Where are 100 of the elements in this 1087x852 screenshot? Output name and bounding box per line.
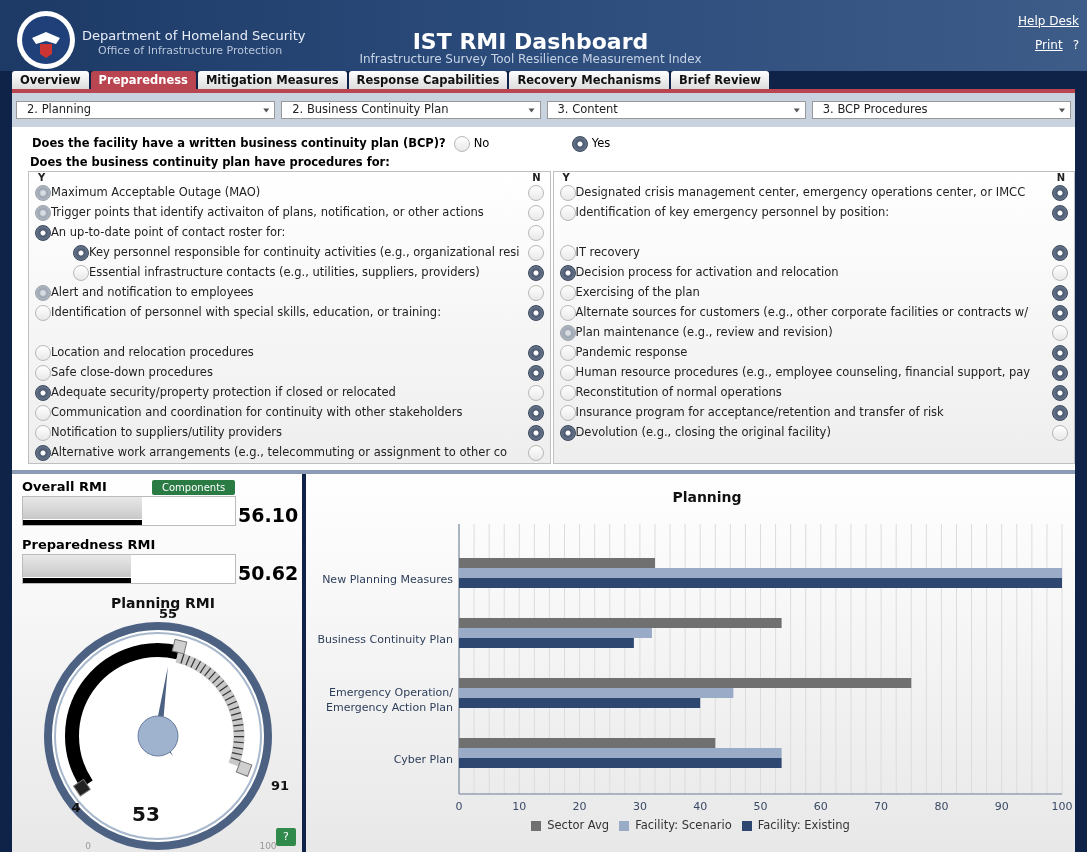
radio-button[interactable] <box>1052 185 1068 201</box>
radio-button[interactable] <box>35 385 51 401</box>
radio-button[interactable] <box>571 135 588 152</box>
radio-button[interactable] <box>559 185 576 201</box>
radio-button[interactable] <box>1052 365 1068 381</box>
dropdown-value: 3. Content <box>557 101 618 119</box>
help-button[interactable]: ? <box>276 828 296 846</box>
print-link[interactable]: Print <box>1035 36 1063 54</box>
tab[interactable]: Overview <box>12 71 89 89</box>
procedure-label: Maximum Acceptable Outage (MAO) <box>51 184 261 202</box>
radio-button[interactable] <box>1052 345 1068 361</box>
tab[interactable]: Mitigation Measures <box>197 71 347 89</box>
radio-button[interactable] <box>35 445 51 461</box>
procedure-label: Human resource procedures (e.g., employee counseling, financial support, pay <box>575 364 1031 382</box>
help-desk-link[interactable]: Help Desk <box>1018 12 1079 30</box>
axis-tick-label: 100 <box>1051 800 1073 813</box>
legend-swatch-icon <box>741 820 752 831</box>
radio-button[interactable] <box>527 305 544 321</box>
radio-button[interactable] <box>35 365 51 381</box>
radio-button[interactable] <box>559 245 576 261</box>
procedure-label: Insurance program for acceptance/retention and transfer of risk <box>575 404 944 422</box>
dropdown[interactable]: 2. Planning <box>16 101 276 119</box>
score-value: 56.10 <box>238 504 299 526</box>
gauge-hub <box>137 715 179 757</box>
legend-label: Facility: Existing <box>757 817 850 834</box>
procedure-label: Identification of key emergency personnel by position: <box>575 204 890 222</box>
radio-button[interactable] <box>1052 245 1068 261</box>
procedure-label: Trigger points that identify activaiton of plans, notification, or other actions <box>51 204 484 222</box>
axis-tick-label: 70 <box>874 800 889 813</box>
tab[interactable]: Recovery Mechanisms <box>509 71 670 89</box>
tab[interactable]: Response Capabilities <box>348 71 508 89</box>
procedure-label: Identification of personnel with special skills, education, or training: <box>51 304 442 322</box>
tab[interactable]: Brief Review <box>671 71 769 89</box>
axis-tick-label: 0 <box>455 800 463 813</box>
radio-button[interactable] <box>1052 405 1068 421</box>
radio-button[interactable] <box>559 305 576 321</box>
axis-tick-label: 10 <box>512 800 527 813</box>
radio-button[interactable] <box>73 265 89 281</box>
radio-button[interactable] <box>559 205 576 221</box>
radio-button[interactable] <box>559 385 576 401</box>
radio-button[interactable] <box>559 345 576 361</box>
legend-label: Sector Avg <box>547 817 610 834</box>
procedure-label: Pandemic response <box>575 344 688 362</box>
radio-button[interactable] <box>559 425 576 441</box>
procedure-label: Exercising of the plan <box>575 284 700 302</box>
radio-button[interactable] <box>527 225 544 241</box>
dropdown-value: 2. Planning <box>27 101 92 119</box>
radio-option[interactable]: No <box>453 135 564 153</box>
radio-button[interactable] <box>527 385 544 401</box>
radio-button[interactable] <box>1052 305 1068 321</box>
radio-button[interactable] <box>527 265 544 281</box>
seal-icon <box>16 10 76 70</box>
legend-label: Facility: Scenario <box>635 817 732 834</box>
no-column-heading: N <box>1056 173 1065 183</box>
radio-button[interactable] <box>527 445 544 461</box>
office-name: Office of Infrastructure Protection <box>97 43 284 58</box>
radio-button[interactable] <box>35 225 51 241</box>
radio-button[interactable] <box>35 405 51 421</box>
radio-button[interactable] <box>559 405 576 421</box>
procedure-label: Alternative work arrangements (e.g., telecommuting or assignment to other co <box>51 444 508 462</box>
procedure-label: Reconstitution of normal operations <box>575 384 782 402</box>
marker-handle-icon[interactable] <box>171 638 188 655</box>
radio-button[interactable] <box>527 345 544 361</box>
procedure-label: Alternate sources for customers (e.g., other corporate facilities or contracts w/ <box>575 304 1029 322</box>
radio-button[interactable] <box>527 405 544 421</box>
procedure-label: Alert and notification to employees <box>51 284 254 302</box>
marker-handle-icon[interactable] <box>73 778 91 797</box>
marker-handle-icon[interactable] <box>235 760 253 777</box>
axis-tick-label: 20 <box>572 800 587 813</box>
dropdown-value: 2. Business Continuity Plan <box>292 101 449 119</box>
radio-button[interactable] <box>73 245 89 261</box>
score-label: Preparedness RMI <box>22 536 156 554</box>
category-label: New Planning Measures <box>322 573 453 586</box>
radio-button[interactable] <box>1052 385 1068 401</box>
radio-button[interactable] <box>527 245 544 261</box>
radio-button[interactable] <box>1052 265 1068 281</box>
dropdown[interactable]: 3. Content <box>546 101 806 119</box>
axis-tick-label: 80 <box>934 800 949 813</box>
radio-button[interactable] <box>35 425 51 441</box>
components-button[interactable]: Components <box>152 479 236 495</box>
radio-button[interactable] <box>559 365 576 381</box>
radio-button[interactable] <box>1052 285 1068 301</box>
radio-button[interactable] <box>559 285 576 301</box>
radio-button[interactable] <box>1052 205 1068 221</box>
help-link[interactable]: ? <box>1072 36 1079 54</box>
radio-button[interactable] <box>1052 425 1068 441</box>
radio-option[interactable]: Yes <box>571 135 611 153</box>
procedure-label: Safe close-down procedures <box>51 364 213 382</box>
gauge-max-label: 100 <box>259 841 277 851</box>
category-label: Cyber Plan <box>393 753 453 766</box>
radio-button[interactable] <box>35 345 51 361</box>
radio-button[interactable] <box>453 135 470 152</box>
yes-column-heading: Y <box>562 173 570 183</box>
radio-button[interactable] <box>35 305 51 321</box>
radio-button[interactable] <box>527 365 544 381</box>
dropdown[interactable]: 3. BCP Procedures <box>811 101 1071 119</box>
radio-button[interactable] <box>559 265 576 281</box>
dropdown[interactable]: 2. Business Continuity Plan <box>281 101 541 119</box>
radio-button[interactable] <box>527 425 544 441</box>
tab[interactable]: Preparedness <box>90 71 196 89</box>
